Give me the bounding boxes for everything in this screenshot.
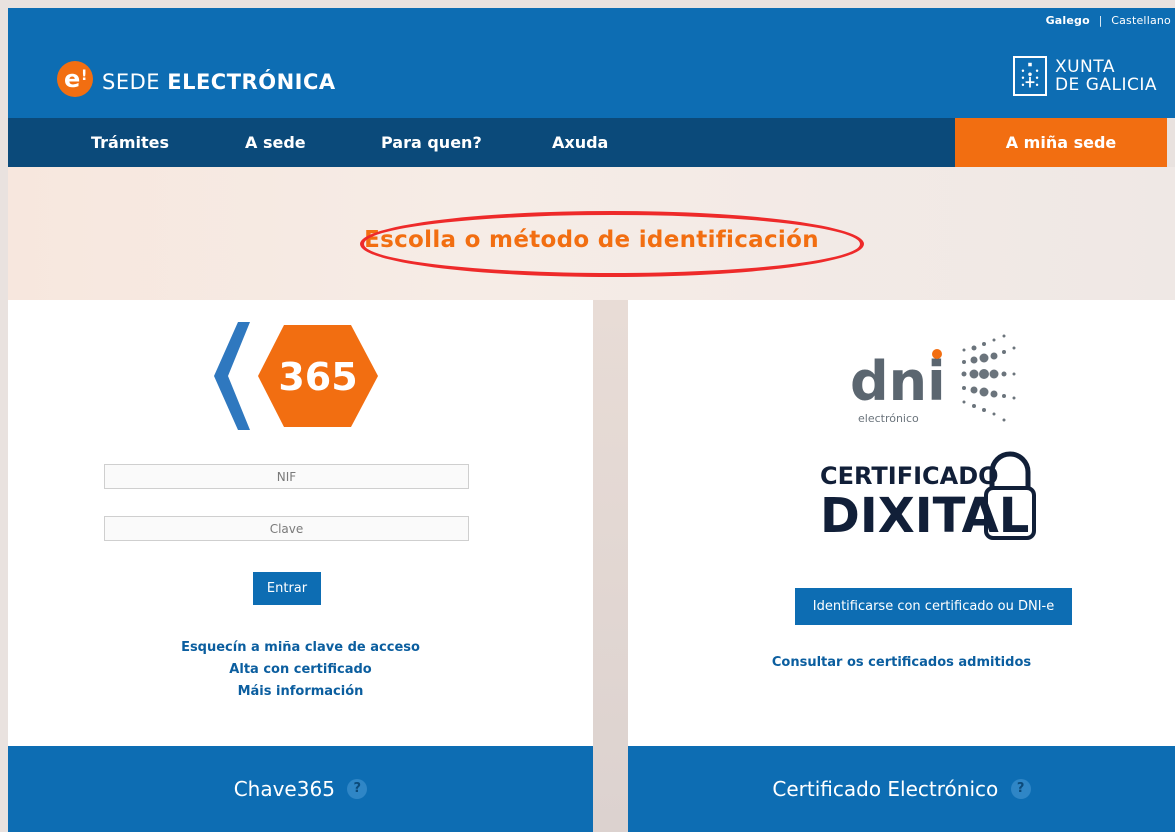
identify-certificate-button[interactable]: Identificarse con certificado ou DNI-e xyxy=(795,588,1072,625)
dni-electronico-logo-icon: dni electrónico xyxy=(850,334,1016,425)
site-brand[interactable]: SEDE ELECTRÓNICA xyxy=(102,70,336,94)
svg-text:!: ! xyxy=(81,68,87,84)
chave365-links: Esquecín a miña clave de acceso Alta con… xyxy=(8,637,593,703)
brand-name: ELECTRÓNICA xyxy=(167,70,336,94)
chave365-logo-icon: 365 xyxy=(214,322,378,430)
lang-separator: | xyxy=(1098,14,1103,27)
xunta-logo[interactable]: XUNTA DE GALICIA xyxy=(1012,56,1157,96)
lang-galego[interactable]: Galego xyxy=(1046,14,1090,27)
panel-gap xyxy=(593,300,628,832)
entrar-button[interactable]: Entrar xyxy=(253,572,321,605)
clave-input[interactable] xyxy=(104,516,469,541)
help-icon[interactable]: ? xyxy=(1010,778,1031,799)
certificado-links: Consultar os certificados admitidos xyxy=(628,652,1175,674)
xunta-line1: XUNTA xyxy=(1054,57,1115,77)
certificado-panel: dni electrónico CERTIFICADO DIXITAL Iden… xyxy=(628,300,1175,746)
cert-logo-line1: CERTIFICADO xyxy=(820,462,999,490)
nav-tramites[interactable]: Trámites xyxy=(91,118,169,167)
certificado-dixital-logo-icon: CERTIFICADO DIXITAL xyxy=(820,451,1036,540)
nav-a-sede[interactable]: A sede xyxy=(245,118,306,167)
chave365-footer: Chave365 ? xyxy=(8,746,593,832)
highlight-ellipse xyxy=(360,211,864,277)
lang-castellano[interactable]: Castellano xyxy=(1111,14,1171,27)
xunta-line2: DE GALICIA xyxy=(1054,75,1157,95)
brand-prefix: SEDE xyxy=(102,70,161,94)
nav-axuda[interactable]: Axuda xyxy=(552,118,608,167)
hero-banner: Escolla o método de identificación xyxy=(8,167,1175,300)
chave365-panel: 365 Entrar Esquecín a miña clave de acce… xyxy=(8,300,593,746)
chave365-logo-text: 365 xyxy=(278,355,357,399)
dni-logo-subtext: electrónico xyxy=(858,412,919,425)
register-with-certificate-link[interactable]: Alta con certificado xyxy=(8,659,593,681)
nif-input[interactable] xyxy=(104,464,469,489)
more-info-link[interactable]: Máis información xyxy=(8,681,593,703)
dni-logo-text: dni xyxy=(850,350,946,413)
certificado-footer-title: Certificado Electrónico xyxy=(772,777,999,801)
language-switcher: Galego | Castellano xyxy=(1046,14,1171,27)
nav-para-quen[interactable]: Para quen? xyxy=(381,118,482,167)
certificado-footer: Certificado Electrónico ? xyxy=(628,746,1175,832)
main-nav: Trámites A sede Para quen? Axuda A miña … xyxy=(8,118,1167,167)
svg-text:e: e xyxy=(64,65,80,93)
nav-a-mina-sede[interactable]: A miña sede xyxy=(955,118,1167,167)
help-icon[interactable]: ? xyxy=(347,778,368,799)
xunta-wordmark: XUNTA DE GALICIA xyxy=(1055,58,1157,94)
site-header: Galego | Castellano e ! SEDE ELECTRÓNICA… xyxy=(8,8,1175,118)
e-logo-icon[interactable]: e ! xyxy=(56,60,94,98)
accepted-certificates-link[interactable]: Consultar os certificados admitidos xyxy=(628,652,1175,674)
cert-logo-line2: DIXITAL xyxy=(820,488,1029,540)
forgot-password-link[interactable]: Esquecín a miña clave de acceso xyxy=(8,637,593,659)
xunta-emblem-icon xyxy=(1012,56,1047,96)
chave365-footer-title: Chave365 xyxy=(233,777,335,801)
